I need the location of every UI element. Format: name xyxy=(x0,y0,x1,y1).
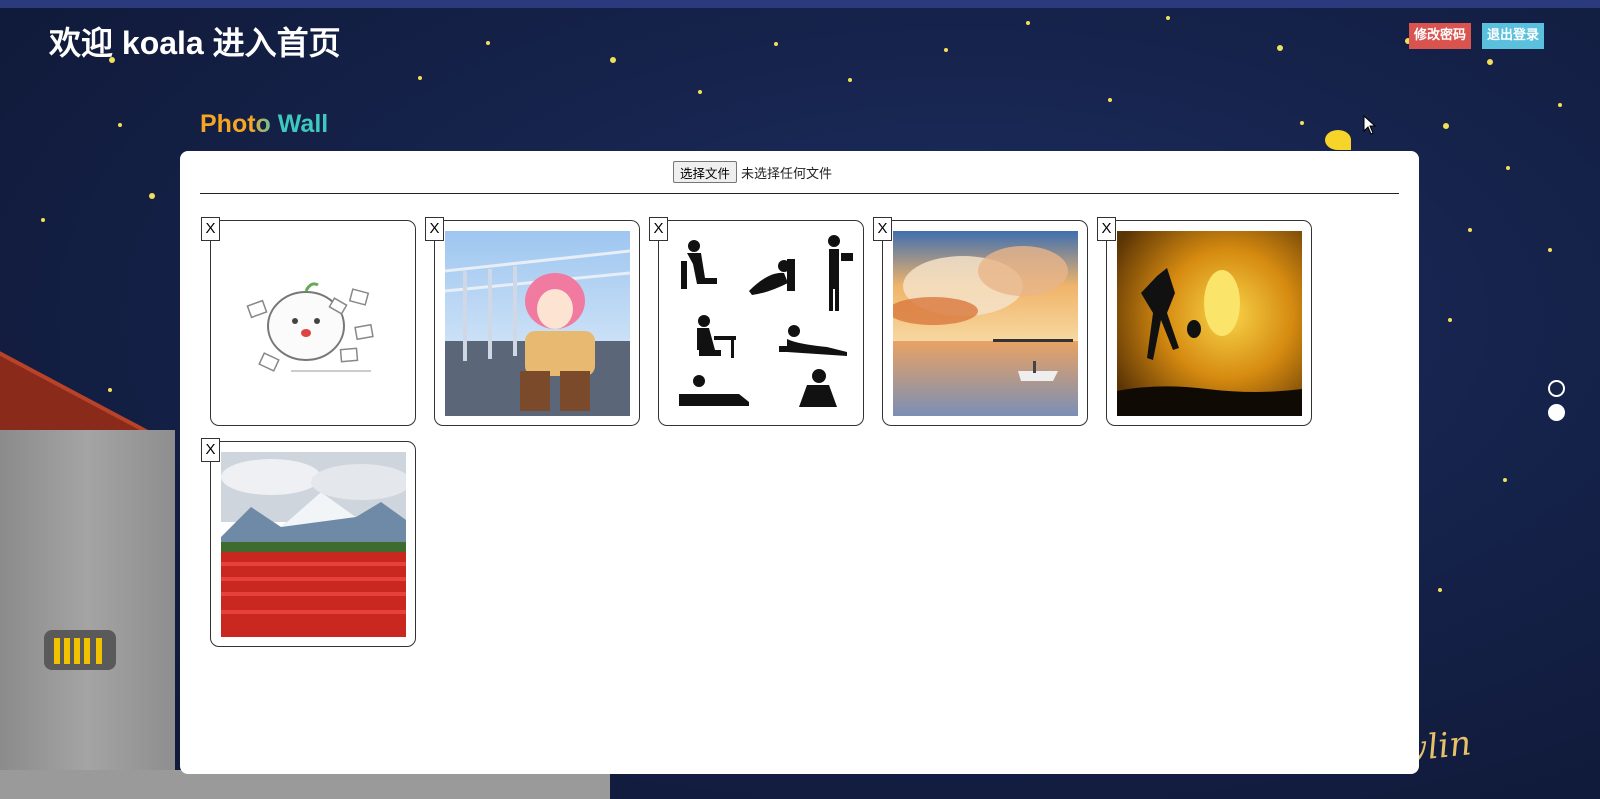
carousel-dots xyxy=(1548,380,1565,428)
photo-card[interactable]: X xyxy=(425,217,640,426)
delete-photo-button[interactable]: X xyxy=(201,217,220,241)
photo-image xyxy=(893,231,1078,416)
photo-image xyxy=(221,452,406,637)
delete-photo-button[interactable]: X xyxy=(201,438,220,462)
photo-image xyxy=(669,231,854,416)
house-wall-decoration xyxy=(0,430,175,799)
delete-photo-button[interactable]: X xyxy=(425,217,444,241)
photo-card[interactable]: X xyxy=(201,438,416,647)
photo-image xyxy=(1117,231,1302,416)
delete-photo-button[interactable]: X xyxy=(873,217,892,241)
photo-wall-panel: 选择文件 未选择任何文件 X X X X X X xyxy=(180,151,1419,774)
photo-image xyxy=(445,231,630,416)
photo-card[interactable]: X xyxy=(649,217,864,426)
change-password-button[interactable]: 修改密码 xyxy=(1409,23,1472,49)
moon-decoration xyxy=(1325,130,1351,150)
welcome-heading: 欢迎 koala 进入首页 xyxy=(49,25,341,61)
delete-photo-button[interactable]: X xyxy=(1097,217,1116,241)
photo-image xyxy=(221,231,406,416)
file-upload: 选择文件 未选择任何文件 xyxy=(673,161,832,183)
choose-file-button[interactable]: 选择文件 xyxy=(673,161,738,183)
divider xyxy=(200,193,1399,194)
house-base-decoration xyxy=(0,770,610,799)
mouse-cursor-icon xyxy=(1363,115,1377,135)
no-file-status: 未选择任何文件 xyxy=(741,166,833,182)
carousel-dot-active[interactable] xyxy=(1548,404,1565,421)
photo-card[interactable]: X xyxy=(201,217,416,426)
logout-button[interactable]: 退出登录 xyxy=(1482,23,1545,49)
photo-wall-title: Photo Wall xyxy=(200,110,329,138)
house-window-decoration xyxy=(44,630,116,670)
delete-photo-button[interactable]: X xyxy=(649,217,668,241)
photo-card[interactable]: X xyxy=(1097,217,1312,426)
photo-card[interactable]: X xyxy=(873,217,1088,426)
carousel-dot[interactable] xyxy=(1548,380,1565,397)
